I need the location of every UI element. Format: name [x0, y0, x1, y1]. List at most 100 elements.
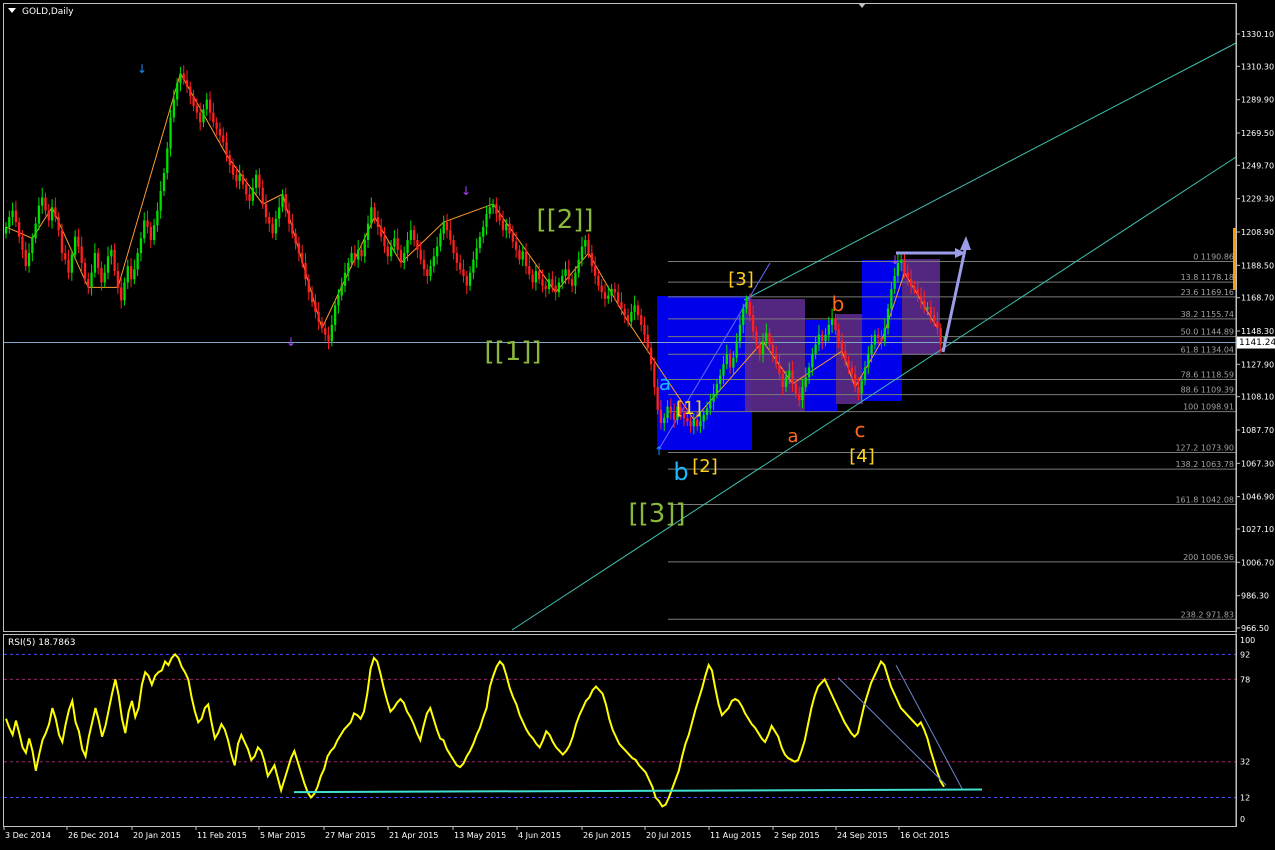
time-tick-label: 2 Sep 2015 — [774, 831, 820, 840]
candle-body — [182, 73, 185, 80]
candle-body — [649, 347, 653, 365]
candle-body — [301, 253, 304, 263]
candle-body — [584, 240, 587, 247]
collapse-triangle-icon[interactable] — [8, 8, 16, 13]
candle-body — [64, 253, 67, 260]
candle — [287, 202, 291, 232]
candle-body — [139, 238, 143, 254]
candle — [70, 249, 73, 281]
candle — [162, 168, 166, 196]
rsi-tick-label: 100 — [1240, 636, 1255, 645]
candle — [320, 316, 324, 334]
candle-body — [834, 318, 837, 330]
candle-body — [245, 184, 248, 195]
price-tick-label: 1168.70 — [1241, 294, 1274, 303]
candle-body — [804, 377, 807, 388]
price-tick-label: 1087.70 — [1241, 426, 1274, 435]
candle — [340, 277, 343, 301]
time-tick-label: 11 Aug 2015 — [710, 831, 761, 840]
candle-body — [172, 99, 176, 118]
candle — [633, 295, 636, 321]
candle — [386, 241, 389, 265]
candle-body — [41, 197, 44, 206]
candle-body — [218, 128, 222, 136]
candle-body — [202, 109, 205, 123]
candle — [547, 272, 551, 294]
candle-body — [732, 357, 735, 368]
wave-label: [2] — [692, 456, 718, 477]
fractal-arrow-icon: ↑ — [654, 444, 664, 458]
candle-body — [281, 194, 284, 208]
candle-body — [123, 282, 126, 301]
candle — [554, 275, 557, 301]
candle — [44, 192, 47, 216]
candle-body — [860, 380, 863, 394]
candle-body — [320, 321, 324, 329]
candle-body — [24, 249, 27, 267]
candle-body — [791, 370, 794, 384]
candle-body — [426, 269, 429, 276]
candle-body — [590, 253, 593, 267]
candle-body — [824, 334, 827, 342]
time-tick-label: 5 Mar 2015 — [260, 831, 306, 840]
candle — [333, 300, 337, 332]
candle — [317, 302, 320, 330]
candle — [590, 244, 593, 273]
time-tick-label: 3 Dec 2014 — [5, 831, 51, 840]
candle — [416, 233, 419, 258]
candle — [284, 187, 287, 218]
rsi-label: RSI(5) 18.7863 — [8, 638, 75, 648]
candle-body — [18, 222, 21, 237]
price-tick-label: 1108.10 — [1241, 393, 1274, 402]
candle — [435, 236, 439, 265]
candle-body — [343, 272, 347, 286]
candle — [653, 357, 656, 396]
candle-body — [574, 272, 577, 286]
candle-body — [366, 223, 370, 241]
candle-body — [452, 240, 455, 254]
candle-body — [208, 99, 212, 113]
candle — [593, 256, 597, 285]
candle — [37, 197, 41, 231]
candle-body — [883, 328, 886, 342]
candle — [482, 220, 485, 244]
price-tick-label: 1269.50 — [1241, 129, 1274, 138]
fib-level-label: 13.8 1178.18 — [1181, 273, 1234, 282]
candle-body — [116, 271, 120, 288]
candle-body — [73, 236, 77, 255]
gold-daily-chart[interactable]: 0 1190.86 13.8 1178.18 23.6 1169.16 38.2 11… — [0, 0, 1275, 846]
candle-body — [324, 328, 327, 335]
candle-body — [633, 305, 636, 312]
candle — [304, 253, 307, 286]
candle — [11, 202, 14, 226]
candle-body — [419, 249, 422, 260]
candle-body — [462, 269, 465, 276]
candle-body — [768, 333, 771, 345]
candle-body — [903, 259, 906, 273]
price-tick-label: 1229.30 — [1241, 195, 1274, 204]
candle — [14, 200, 18, 227]
price-tick-label: 1249.70 — [1241, 161, 1274, 170]
candle — [626, 308, 630, 327]
candle-body — [709, 401, 712, 409]
candle-body — [867, 354, 870, 368]
candle-body — [853, 373, 857, 388]
candle-body — [534, 271, 538, 283]
candle-body — [830, 318, 834, 325]
fib-level-label: 200 1006.96 — [1183, 553, 1234, 562]
symbol-label: GOLD,Daily — [22, 7, 74, 17]
candle-body — [403, 253, 406, 263]
candle-body — [923, 300, 926, 309]
candle-body — [541, 279, 544, 286]
candle-body — [399, 249, 403, 263]
candle — [47, 204, 50, 227]
candle-body — [429, 266, 432, 276]
candle — [41, 187, 44, 214]
candle — [50, 199, 54, 229]
candle-body — [514, 241, 518, 250]
shift-marker-icon[interactable] — [858, 3, 866, 8]
candle — [57, 212, 60, 237]
candle-body — [900, 259, 903, 263]
candle-body — [482, 226, 485, 237]
time-tick-label: 20 Jul 2015 — [646, 831, 691, 840]
